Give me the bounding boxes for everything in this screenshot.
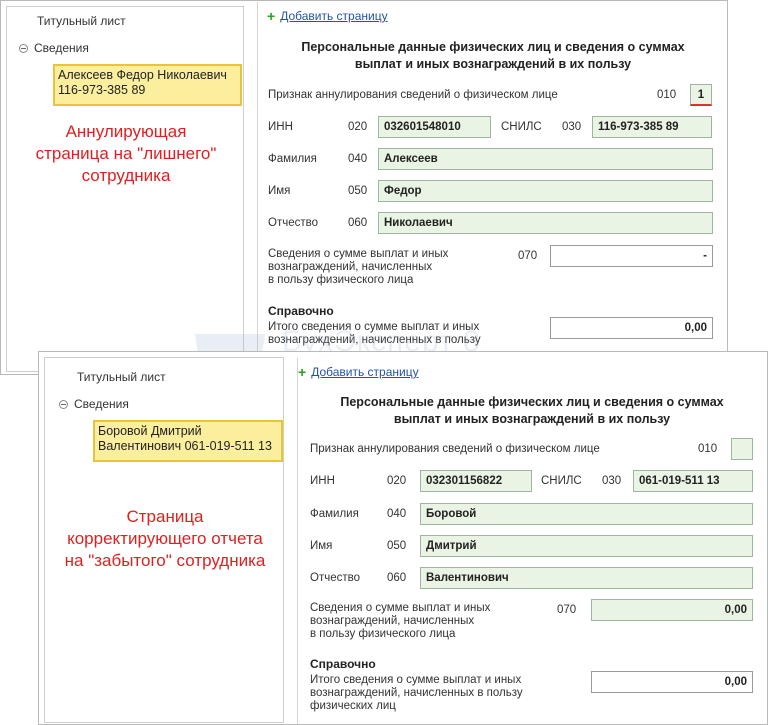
form-heading-line: Персональные данные физических лиц и све…: [301, 40, 685, 54]
payments-code: 070: [557, 604, 577, 616]
inn-label: ИНН: [310, 475, 335, 487]
name-code: 050: [387, 540, 407, 552]
patronymic-label: Отчество: [268, 217, 318, 229]
annotation-line: Страница: [126, 507, 204, 526]
snils-code: 030: [602, 475, 622, 487]
payments-label-line: в пользу физического лица: [310, 628, 456, 640]
snils-label: СНИЛС: [541, 475, 582, 487]
add-page-link[interactable]: + Добавить страницу: [267, 9, 388, 23]
snils-field[interactable]: 061-019-511 13: [633, 470, 753, 492]
cancel-flag-label: Признак аннулирования сведений о физичес…: [268, 89, 558, 101]
tree-item-label: Сведения: [74, 397, 129, 411]
add-page-link[interactable]: + Добавить страницу: [298, 365, 419, 379]
form-heading: Персональные данные физических лиц и све…: [258, 39, 728, 73]
form-heading-line: Персональные данные физических лиц и све…: [340, 395, 724, 409]
payments-label: Сведения о сумме выплат и иных вознаграж…: [268, 248, 448, 287]
plus-icon: +: [267, 8, 276, 24]
tree-item-title-page[interactable]: Титульный лист: [77, 370, 166, 384]
name-field[interactable]: Федор: [378, 180, 713, 202]
bottom-navigation-tree: Титульный лист Сведения Боровой Дмитрий …: [44, 357, 284, 723]
total-label: Итого сведения о сумме выплат и иных воз…: [310, 674, 523, 713]
add-page-label: Добавить страницу: [311, 365, 419, 379]
cancel-flag-label: Признак аннулирования сведений о физичес…: [310, 443, 600, 455]
surname-code: 040: [387, 508, 407, 520]
cancel-flag-code: 010: [698, 443, 718, 455]
patronymic-field[interactable]: Николаевич: [378, 212, 713, 234]
form-heading-line: выплат и иных вознаграждений в их пользу: [354, 57, 632, 71]
surname-field[interactable]: Боровой: [420, 503, 753, 525]
payments-code: 070: [518, 250, 538, 262]
annotation-line: на "забытого" сотрудника: [64, 551, 266, 570]
total-field[interactable]: 0,00: [550, 317, 713, 339]
annotation-correction-page: Страница корректирующего отчета на "забы…: [45, 506, 285, 572]
tree-item-employee-selected[interactable]: Алексеев Федор Николаевич 116-973-385 89: [53, 64, 242, 106]
inn-label: ИНН: [268, 121, 293, 133]
reference-heading: Справочно: [268, 304, 334, 318]
cancel-flag-field[interactable]: 1: [690, 84, 712, 106]
snils-code: 030: [562, 121, 582, 133]
surname-label: Фамилия: [310, 508, 359, 520]
patronymic-code: 060: [387, 572, 407, 584]
name-label: Имя: [310, 540, 333, 552]
reference-heading: Справочно: [310, 657, 376, 671]
annotation-cancel-page: Аннулирующая страница на "лишнего" сотру…: [7, 121, 245, 187]
collapse-icon[interactable]: [19, 43, 28, 53]
collapse-icon[interactable]: [59, 399, 68, 409]
surname-field[interactable]: Алексеев: [378, 148, 713, 170]
employee-snils: Валентинович 061-019-511 13: [98, 439, 272, 453]
patronymic-label: Отчество: [310, 572, 360, 584]
total-field[interactable]: 0,00: [591, 671, 753, 693]
bottom-form: + Добавить страницу Персональные данные …: [297, 358, 765, 724]
tree-item-svedeniya[interactable]: Сведения: [59, 397, 129, 411]
inn-code: 020: [348, 121, 368, 133]
employee-name: Алексеев Федор Николаевич: [58, 68, 227, 82]
annotation-line: страница на "лишнего": [35, 144, 217, 163]
total-label-line: физических лиц: [310, 700, 396, 712]
total-label: Итого сведения о сумме выплат и иных воз…: [268, 321, 481, 347]
payments-field[interactable]: -: [550, 245, 713, 267]
annotation-line: корректирующего отчета: [67, 529, 263, 548]
name-field[interactable]: Дмитрий: [420, 535, 753, 557]
name-label: Имя: [268, 185, 291, 197]
total-label-line: Итого сведения о сумме выплат и иных: [310, 674, 522, 686]
annotation-line: Аннулирующая: [65, 122, 187, 141]
payments-label-line: в пользу физического лица: [268, 274, 414, 286]
inn-code: 020: [387, 475, 407, 487]
payments-label-line: Сведения о сумме выплат и иных: [268, 248, 449, 260]
top-navigation-tree: Титульный лист Сведения Алексеев Федор Н…: [6, 6, 244, 372]
cancel-flag-field[interactable]: [731, 438, 753, 460]
form-heading: Персональные данные физических лиц и све…: [298, 394, 766, 428]
employee-snils: 116-973-385 89: [58, 83, 146, 97]
total-label-line: вознаграждений, начисленных в пользу: [310, 687, 523, 699]
add-page-label: Добавить страницу: [280, 9, 388, 23]
snils-field[interactable]: 116-973-385 89: [592, 116, 712, 138]
total-label-line: вознаграждений, начисленных в пользу: [268, 334, 481, 346]
patronymic-field[interactable]: Валентинович: [420, 567, 753, 589]
cancel-flag-code: 010: [657, 89, 677, 101]
employee-name: Боровой Дмитрий: [98, 424, 202, 438]
annotation-line: сотрудника: [81, 166, 171, 185]
tree-item-title-page[interactable]: Титульный лист: [37, 14, 126, 28]
inn-field[interactable]: 032301156822: [420, 470, 532, 492]
top-form: + Добавить страницу Персональные данные …: [257, 2, 727, 374]
payments-label-line: вознаграждений, начисленных: [268, 261, 433, 273]
name-code: 050: [348, 185, 368, 197]
inn-field[interactable]: 032601548010: [378, 116, 491, 138]
surname-code: 040: [348, 153, 368, 165]
form-heading-line: выплат и иных вознаграждений в их пользу: [393, 412, 671, 426]
snils-label: СНИЛС: [501, 121, 542, 133]
payments-label: Сведения о сумме выплат и иных вознаграж…: [310, 602, 490, 641]
payments-label-line: вознаграждений, начисленных: [310, 615, 475, 627]
tree-item-label: Сведения: [34, 41, 89, 55]
tree-item-svedeniya[interactable]: Сведения: [19, 41, 89, 55]
surname-label: Фамилия: [268, 153, 317, 165]
payments-field[interactable]: 0,00: [591, 599, 753, 621]
patronymic-code: 060: [348, 217, 368, 229]
total-label-line: Итого сведения о сумме выплат и иных: [268, 321, 480, 333]
plus-icon: +: [298, 364, 307, 380]
payments-label-line: Сведения о сумме выплат и иных: [310, 602, 491, 614]
tree-item-employee-selected[interactable]: Боровой Дмитрий Валентинович 061-019-511…: [93, 420, 283, 462]
